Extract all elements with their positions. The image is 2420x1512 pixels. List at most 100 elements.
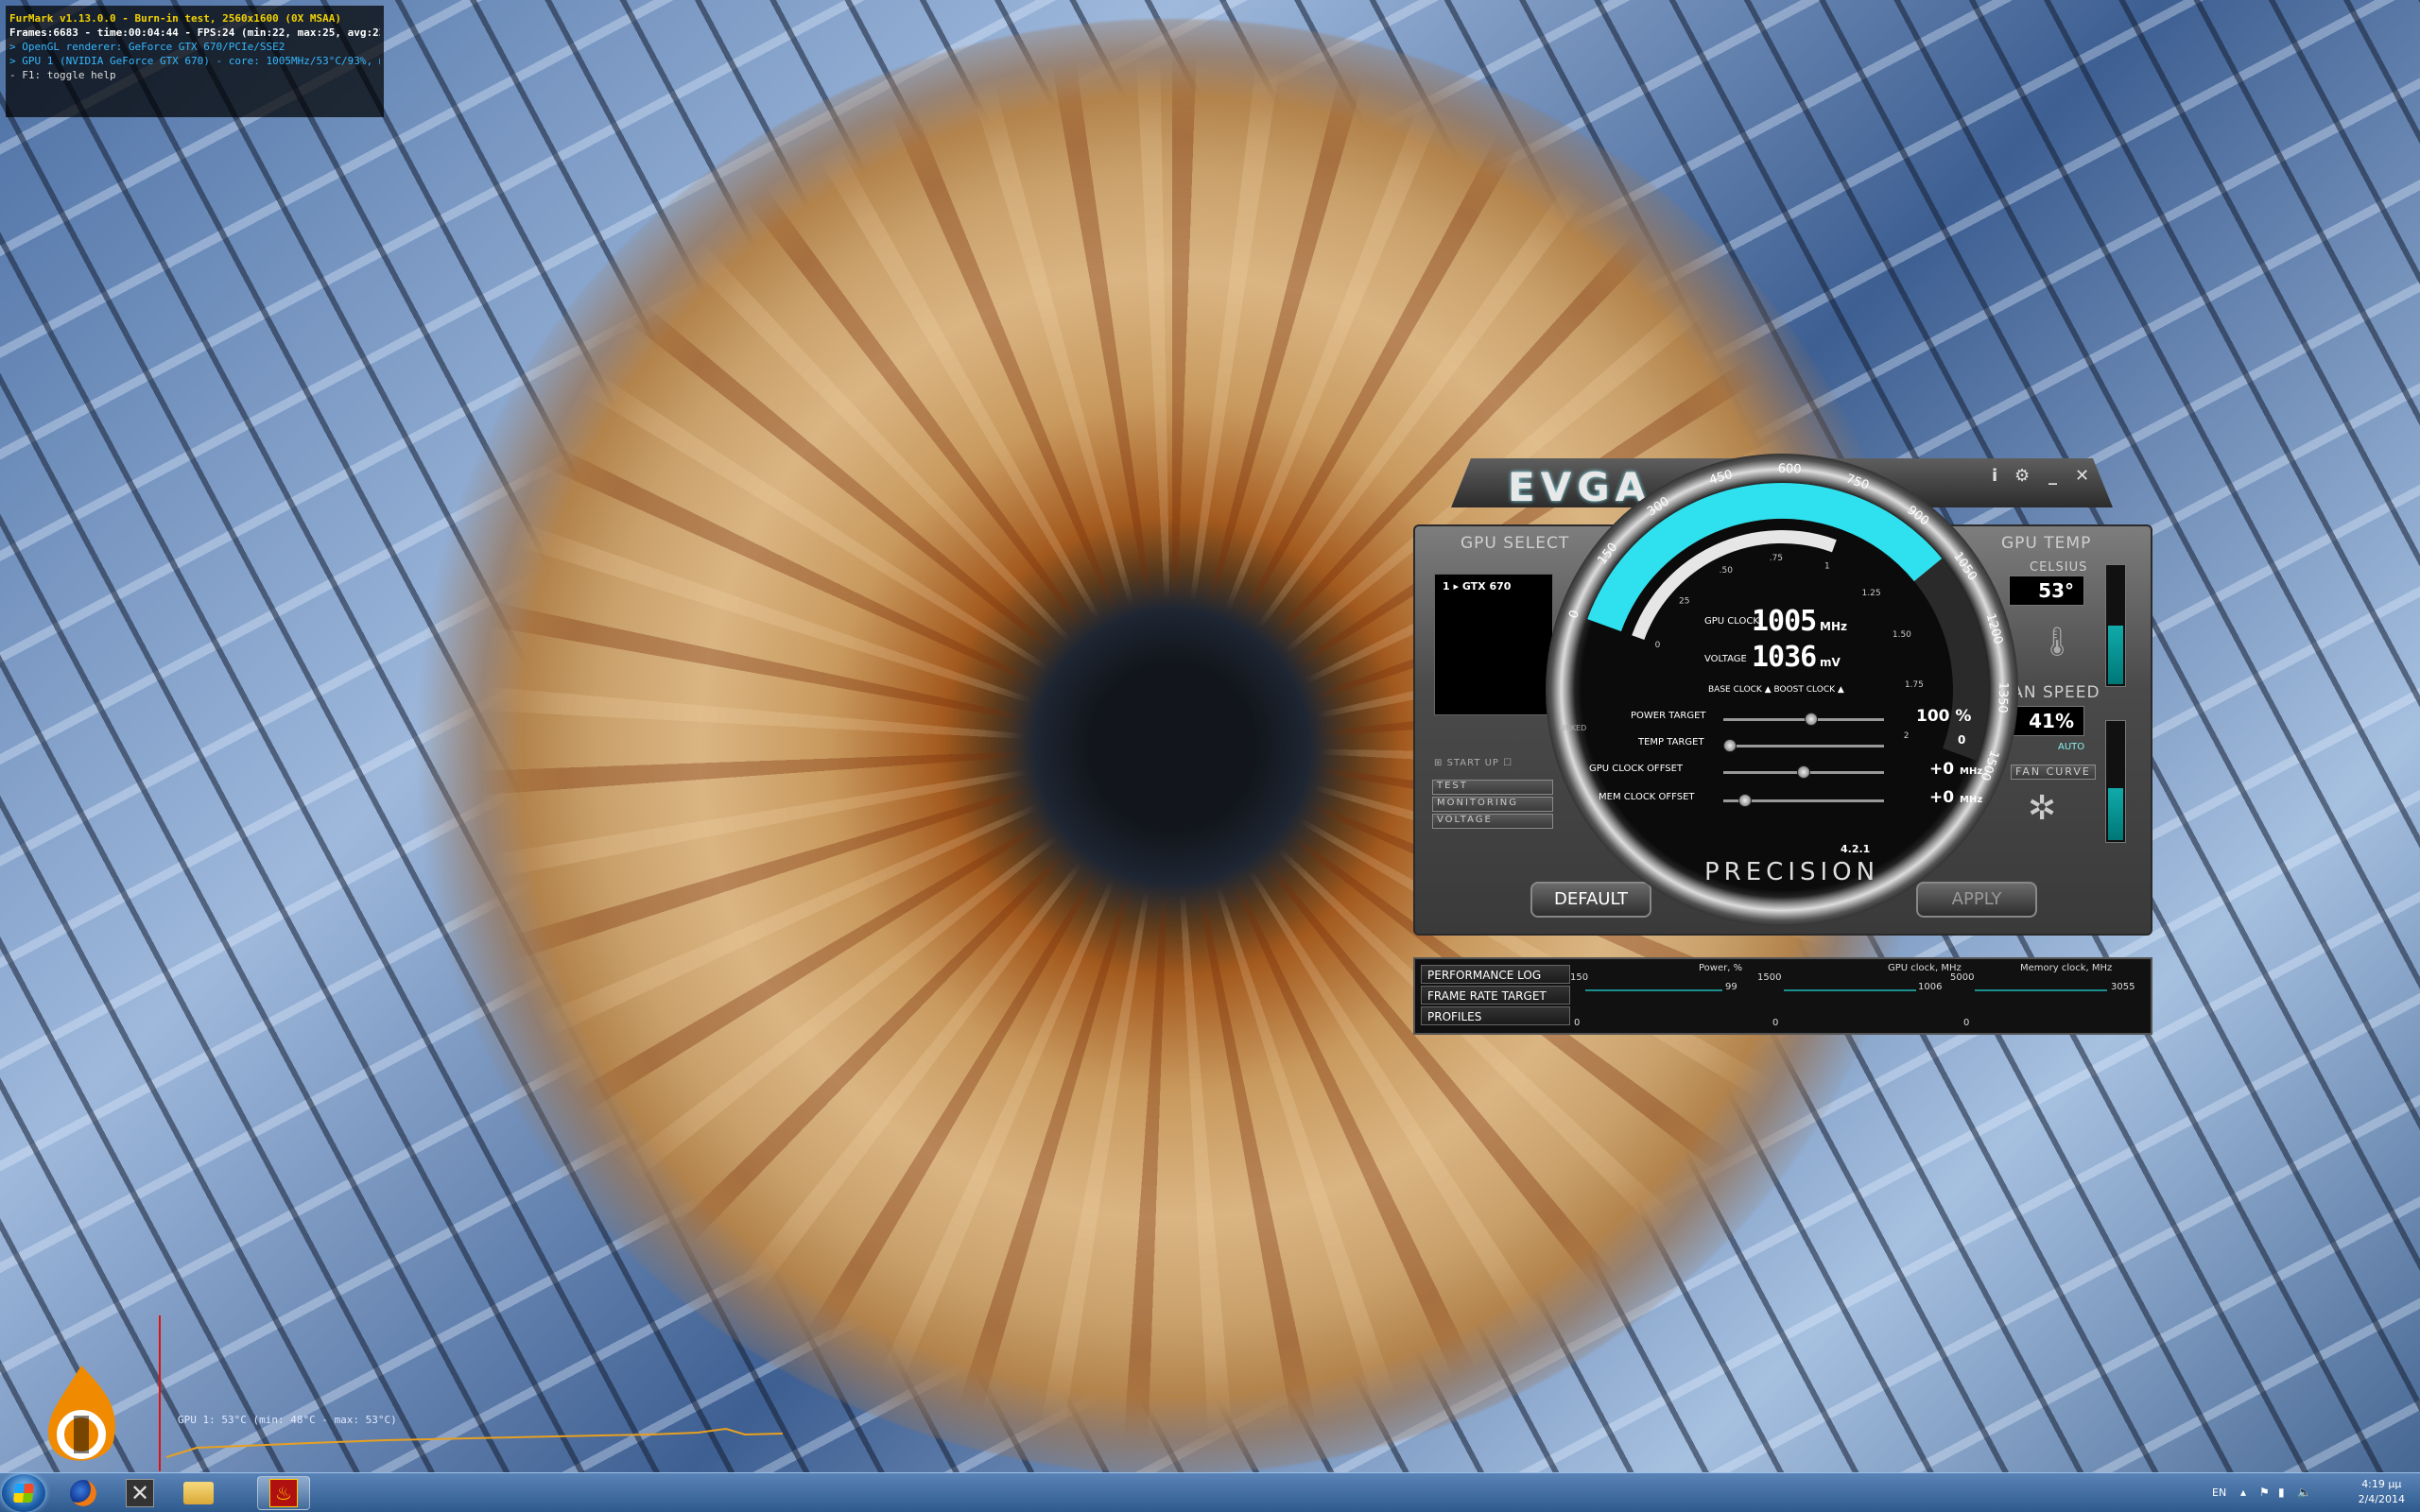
gpu-clock-unit: MHz [1820,620,1847,633]
dial-inner-tick: .50 [1720,566,1734,576]
windows-logo-icon [12,1484,35,1503]
frame-rate-target-tab[interactable]: FRAME RATE TARGET [1421,986,1570,1005]
graph-min: 0 [1963,1018,1970,1028]
graph-current: 99 [1725,982,1737,992]
minimize-button[interactable]: _ [2048,466,2057,486]
taskbar-firefox[interactable] [57,1476,110,1510]
temperature-graph-line [165,1427,784,1458]
graph-max: 150 [1570,972,1589,983]
fan-curve-button[interactable]: FAN CURVE [2011,765,2096,780]
version-label: 4.2.1 [1841,843,1871,855]
temp-target-knob[interactable] [1723,739,1737,752]
dial-inner-tick: .75 [1770,554,1783,563]
close-button[interactable]: ✕ [2075,466,2089,486]
taskbar-furmark[interactable]: ♨ [257,1476,310,1510]
dial-outer-tick: 750 [1844,472,1871,493]
precision-logo-text: PRECISION [1704,858,1880,886]
windows-icon: ⊞ [1434,758,1443,768]
dial-outer-tick: 900 [1904,503,1931,528]
voltage-label: VOLTAGE [1704,654,1747,664]
performance-log-tab[interactable]: PERFORMANCE LOG [1421,965,1570,984]
taskbar-app-x[interactable]: ✕ [113,1476,166,1510]
graph-min: 0 [1574,1018,1581,1028]
fan-icon: ✲ [2028,789,2057,828]
furmark-icon: ♨ [269,1479,298,1507]
fan-speed-value: 41% [2009,706,2084,736]
graph-min: 0 [1772,1018,1779,1028]
base-clock-label: BASE CLOCK ▲ BOOST CLOCK ▲ [1708,685,1844,695]
furmark-frames: Frames:6683 - time:00:04:44 - FPS:24 (mi… [9,26,380,39]
fan-bar[interactable] [2105,720,2126,843]
gpu-clock-offset-value: +0 MHz [1929,760,1983,779]
tray-arrow-icon[interactable]: ▴ [2240,1486,2254,1499]
furmark-info-overlay: FurMark v1.13.0.0 - Burn-in test, 2560x1… [6,6,384,117]
gpu-select-list[interactable]: 1 ▸ GTX 670 [1434,574,1553,715]
fan-auto-toggle[interactable]: AUTO [2058,742,2084,752]
monitoring-button[interactable]: MONITORING [1432,797,1553,812]
mem-clock-offset-knob[interactable] [1737,794,1752,807]
dial-outer-tick: 300 [1645,494,1672,519]
graph-line [1585,989,1722,991]
dial-outer-tick: 600 [1777,462,1801,477]
power-target-slider[interactable] [1723,713,1884,726]
dial-inner-tick: 25 [1679,596,1689,606]
power-target-knob[interactable] [1804,713,1818,726]
clock-date: 2/4/2014 [2358,1493,2405,1505]
graph-title: Memory clock, MHz [2020,963,2113,973]
startup-label: START UP [1446,758,1499,768]
linked-label: LINKED [1559,724,1587,732]
mem-clock-offset-slider[interactable] [1723,794,1884,807]
precision-dial: 0 150 300 450 600 750 900 1050 1200 1350 1500 0 25.5… [1546,454,2018,926]
dial-outer-tick: 1200 [1983,612,2006,646]
startup-checkbox[interactable]: ⊞ START UP ☐ [1434,758,1512,768]
voltage-button[interactable]: VOLTAGE [1432,814,1553,829]
furmark-flame-logo-icon [47,1366,115,1461]
gpu-index: 1 [1443,580,1450,593]
firefox-icon [70,1480,96,1506]
power-target-label: POWER TARGET [1631,711,1706,721]
thermometer-icon: 🌡 [2039,626,2076,659]
temp-bar [2105,564,2126,687]
graph-current: 1006 [1918,982,1943,992]
test-button[interactable]: TEST [1432,780,1553,795]
network-icon[interactable]: ▮ [2278,1486,2291,1499]
gpu-clock-label: GPU CLOCK [1704,616,1759,627]
furmark-help-hint: - F1: toggle help [9,69,116,81]
dial-inner-tick: 1.25 [1862,589,1881,598]
graph-current: 3055 [2111,982,2135,992]
graph-title: Power, % [1699,963,1743,973]
graph-max: 5000 [1950,972,1975,983]
auto-label: AUTO [2058,742,2085,752]
evga-precision-window[interactable]: EVGA i ⚙ _ ✕ GPU SELECT 1 ▸ GTX 670 ⊞ ST… [1413,454,2152,1035]
x-app-icon: ✕ [126,1479,154,1507]
performance-panel: PERFORMANCE LOG FRAME RATE TARGET PROFIL… [1413,957,2152,1035]
gpu-name: GTX 670 [1461,580,1512,593]
dial-inner-tick: 0 [1655,641,1661,650]
gpu-list-item[interactable]: 1 ▸ GTX 670 [1435,575,1552,598]
profiles-tab[interactable]: PROFILES [1421,1006,1570,1025]
voltage-value: 1036 [1752,641,1817,674]
gpu-clock-offset-slider[interactable] [1723,765,1884,779]
gpu-clock-offset-knob[interactable] [1797,765,1810,779]
dial-outer-tick: 1350 [1995,681,2010,713]
dial-outer-tick: 450 [1708,468,1735,488]
gpu-clock-offset-label: GPU CLOCK OFFSET [1589,764,1684,774]
temp-target-label: TEMP TARGET [1638,737,1704,747]
dial-inner-tick: 1 [1824,561,1830,571]
tray-flag-icon[interactable]: ⚑ [2259,1486,2273,1499]
furmark-renderer: > OpenGL renderer: GeForce GTX 670/PCIe/… [9,41,285,53]
gpu-clock-value: 1005 [1752,605,1817,638]
temp-target-slider[interactable] [1723,739,1884,752]
taskbar: ✕ ♨ EN ▴ ⚑ ▮ 🔈 4:19 μμ 2/4/2014 [0,1472,2420,1512]
system-tray: EN ▴ ⚑ ▮ 🔈 4:19 μμ 2/4/2014 [2212,1473,2420,1512]
voltage-unit: mV [1820,656,1841,669]
graph-max: 1500 [1757,972,1782,983]
system-clock[interactable]: 4:19 μμ 2/4/2014 [2359,1477,2405,1507]
start-button[interactable] [2,1474,45,1512]
graph-line [1975,989,2107,991]
volume-icon[interactable]: 🔈 [2297,1486,2311,1499]
language-indicator[interactable]: EN [2212,1486,2226,1499]
mem-clock-offset-label: MEM CLOCK OFFSET [1599,792,1695,802]
taskbar-explorer[interactable] [172,1476,225,1510]
dial-outer-tick: 150 [1595,541,1620,568]
